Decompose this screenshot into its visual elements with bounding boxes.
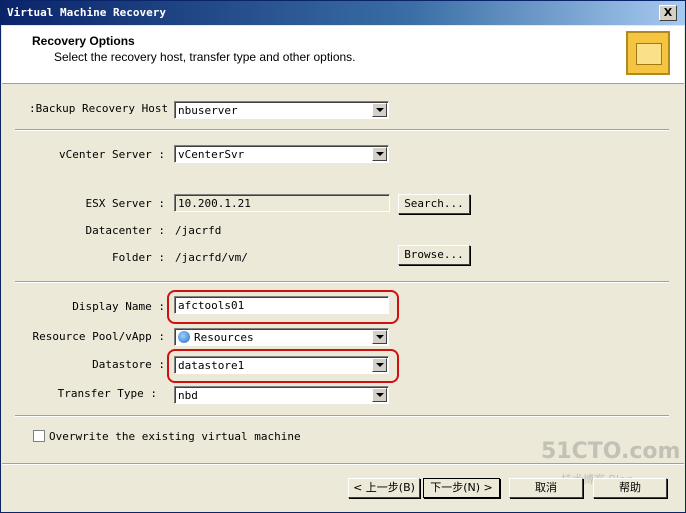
esx-label: ESX Server : <box>85 197 165 210</box>
datastore-value: datastore1 <box>178 359 245 372</box>
search-button[interactable]: Search... <box>398 194 470 214</box>
vcenter-select[interactable]: vCenterSvr <box>174 145 389 163</box>
display-name-label: Display Name : <box>72 300 165 313</box>
package-icon <box>626 31 670 75</box>
datacenter-value: /jacrfd <box>175 224 222 237</box>
wizard-header: Recovery Options Select the recovery hos… <box>2 26 684 84</box>
cancel-button[interactable]: 取消 <box>509 478 583 498</box>
close-button[interactable]: X <box>659 5 677 21</box>
transfer-type-value: nbd <box>178 389 198 402</box>
divider <box>15 415 669 417</box>
chevron-down-icon[interactable] <box>372 358 387 372</box>
back-button[interactable]: < 上一步(B) <box>348 478 420 498</box>
overwrite-checkbox[interactable] <box>33 430 45 442</box>
browse-button[interactable]: Browse... <box>398 245 470 265</box>
transfer-type-label: Transfer Type : <box>57 387 157 400</box>
folder-label: Folder : <box>112 251 165 264</box>
display-name-value: afctools01 <box>178 299 245 312</box>
title-bar: Virtual Machine Recovery X <box>1 1 685 25</box>
page-title: Recovery Options <box>32 34 135 48</box>
page-subtitle: Select the recovery host, transfer type … <box>54 50 356 64</box>
display-name-input[interactable]: afctools01 <box>174 296 389 314</box>
esx-value: 10.200.1.21 <box>178 197 251 210</box>
chevron-down-icon[interactable] <box>372 103 387 117</box>
resource-pool-label: Resource Pool/vApp : <box>32 330 165 343</box>
chevron-down-icon[interactable] <box>372 147 387 161</box>
watermark: 51CTO.com <box>541 439 681 464</box>
globe-icon <box>178 331 190 343</box>
transfer-type-select[interactable]: nbd <box>174 386 389 404</box>
resource-pool-value: Resources <box>194 331 254 344</box>
divider <box>15 129 669 131</box>
vcenter-value: vCenterSvr <box>178 148 245 161</box>
chevron-down-icon[interactable] <box>372 388 387 402</box>
backup-host-label: :Backup Recovery Host <box>29 102 169 115</box>
next-button[interactable]: 下一步(N) > <box>423 478 500 498</box>
divider <box>15 281 669 283</box>
vcenter-label: vCenter Server : <box>59 148 165 161</box>
backup-host-value: nbuserver <box>178 104 238 117</box>
datastore-select[interactable]: datastore1 <box>174 356 389 374</box>
overwrite-label: Overwrite the existing virtual machine <box>49 430 301 443</box>
esx-field[interactable]: 10.200.1.21 <box>174 194 390 212</box>
window-title: Virtual Machine Recovery <box>7 6 166 19</box>
chevron-down-icon[interactable] <box>372 330 387 344</box>
folder-value: /jacrfd/vm/ <box>175 251 248 264</box>
recovery-dialog: Virtual Machine Recovery X Recovery Opti… <box>0 0 686 513</box>
resource-pool-select[interactable]: Resources <box>174 328 389 346</box>
datastore-label: Datastore : <box>92 358 165 371</box>
backup-host-select[interactable]: nbuserver <box>174 101 389 119</box>
datacenter-label: Datacenter : <box>85 224 165 237</box>
divider <box>2 463 684 465</box>
help-button[interactable]: 帮助 <box>593 478 667 498</box>
